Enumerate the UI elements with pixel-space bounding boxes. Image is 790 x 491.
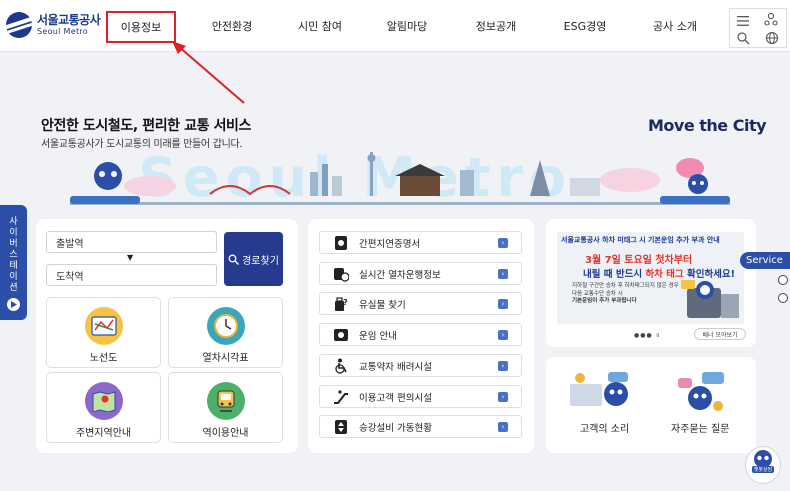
elevator-icon (332, 418, 349, 435)
seoul-metro-logo-icon (6, 12, 32, 38)
cyber-station-tab[interactable]: 사 이 버 스 테 이 션 (0, 205, 27, 320)
side-tab-char: 사 (9, 217, 18, 227)
banner-line1: 3월 7일 토요일 첫차부터 (585, 255, 693, 266)
faq-link[interactable]: 자주묻는 질문 (671, 420, 729, 435)
chevron-right-icon: › (498, 269, 508, 279)
side-tab-char: 션 (9, 283, 18, 293)
service-label: 승강설비 가동현황 (359, 422, 432, 434)
station-icon (206, 382, 245, 420)
annotation-arrow-icon (172, 41, 245, 104)
banner-top: 서울교통공사 하차 미태그 시 기본운임 추가 부과 안내 (561, 236, 720, 244)
route-map-icon (84, 307, 123, 345)
header: 서울교통공사 Seoul Metro 이용정보 안전환경 시민 참여 알림마당 … (0, 0, 790, 52)
nav-usage-info[interactable]: 이용정보 (106, 11, 176, 43)
clock-icon (206, 307, 245, 345)
chevron-right-icon: › (498, 238, 508, 248)
tile-label: 주변지역안내 (75, 428, 132, 439)
tile-label: 역이용안내 (202, 428, 249, 439)
menu-icon[interactable] (736, 12, 750, 26)
arrow-down-icon: ▼ (127, 253, 134, 262)
hero-illustration: Seoul Metro (70, 150, 730, 209)
service-label: 교통약자 배려시설 (359, 361, 432, 373)
play-icon[interactable] (7, 298, 20, 311)
service-label: 유실물 찾기 (359, 299, 406, 311)
service-label: 운임 안내 (359, 330, 397, 342)
service-elevator-status[interactable]: 승강설비 가동현황 › (319, 415, 522, 438)
fare-icon (332, 326, 349, 343)
service-realtime-train[interactable]: 실시간 열차운행정보 › (319, 262, 522, 285)
logo-korean: 서울교통공사 (37, 13, 101, 27)
svg-text:Seoul Metro: Seoul Metro (138, 150, 572, 209)
svg-text:?: ? (343, 298, 348, 307)
route-search-button[interactable]: 경로찾기 (224, 232, 283, 286)
logo[interactable]: 서울교통공사 Seoul Metro (6, 12, 101, 38)
tile-timetable[interactable]: 열차시각표 (168, 297, 283, 368)
service-accessibility[interactable]: 교통약자 배려시설 › (319, 354, 522, 377)
service-lost-items[interactable]: ? 유실물 찾기 › (319, 292, 522, 315)
side-tab-char: 이 (9, 272, 18, 282)
notice-banner[interactable]: 서울교통공사 하차 미태그 시 기본운임 추가 부과 안내 3월 7일 토요일 … (557, 232, 744, 324)
chevron-right-icon: › (498, 361, 508, 371)
move-the-city-logo: Move the City (648, 116, 767, 135)
service-button[interactable]: Service (740, 252, 790, 269)
tile-route-map[interactable]: 노선도 (46, 297, 161, 368)
side-tab-char: 버 (9, 239, 18, 249)
nav-notice[interactable]: 알림마당 (374, 0, 440, 52)
service-label: 이용고객 편의시설 (359, 392, 432, 404)
chevron-right-icon: › (498, 392, 508, 402)
nav-esg[interactable]: ESG경영 (552, 0, 618, 52)
chevron-right-icon: › (498, 299, 508, 309)
nav-about[interactable]: 공사 소개 (642, 0, 708, 52)
customer-voice-link[interactable]: 고객의 소리 (580, 420, 629, 435)
escalator-icon (332, 388, 349, 405)
tile-station-guide[interactable]: 역이용안내 (168, 372, 283, 443)
faq-icon[interactable] (672, 370, 732, 414)
nav-citizen[interactable]: 시민 참여 (287, 0, 353, 52)
certificate-icon (332, 234, 349, 251)
banner-small-text: 지하철 구간만 승차 후 하차태그되지 않은 경우 다음 교통수단 승차 시 기… (572, 283, 679, 304)
service-amenities[interactable]: 이용고객 편의시설 › (319, 385, 522, 408)
departure-input[interactable]: 출발역 (46, 231, 217, 253)
logo-english: Seoul Metro (37, 27, 88, 36)
area-map-icon (84, 382, 123, 420)
service-label: 실시간 열차운행정보 (359, 269, 441, 281)
side-tab-char: 스 (9, 250, 18, 260)
search-icon[interactable] (736, 30, 750, 45)
banner-more-button[interactable]: 배너 모아보기 (694, 328, 746, 340)
chevron-right-icon: › (498, 422, 508, 432)
chevron-right-icon: › (498, 330, 508, 340)
side-tab-char: 이 (9, 228, 18, 238)
chatbot-label: 챗봇상담 (751, 466, 775, 473)
service-fare-info[interactable]: 운임 안내 › (319, 323, 522, 346)
service-delay-certificate[interactable]: 간편지연증명서 › (319, 231, 522, 254)
tile-label: 열차시각표 (202, 353, 249, 364)
hero-subtitle: 서울교통공사가 도시교통의 미래를 만들어 갑니다. (41, 139, 243, 150)
side-tab-char: 테 (9, 261, 18, 271)
search-icon (228, 254, 240, 265)
train-clock-icon (332, 265, 349, 282)
arrival-input[interactable]: 도착역 (46, 264, 217, 286)
chatbot-button[interactable]: 챗봇상담 (745, 446, 781, 484)
wheelchair-icon (332, 357, 349, 374)
lost-item-icon: ? (332, 295, 349, 312)
carousel-dots[interactable]: ●●● ॥ (634, 331, 660, 339)
radio-option[interactable] (778, 293, 788, 303)
ticket-gate-icon (681, 280, 739, 318)
customer-voice-icon[interactable] (566, 370, 636, 414)
hero-title: 안전한 도시철도, 편리한 교통 서비스 (41, 118, 252, 134)
nav-disclosure[interactable]: 정보공개 (463, 0, 529, 52)
sitemap-icon[interactable] (764, 11, 778, 26)
radio-option[interactable] (778, 275, 788, 285)
service-label: 간편지연증명서 (359, 238, 421, 250)
tile-label: 노선도 (89, 353, 118, 364)
tile-area-guide[interactable]: 주변지역안내 (46, 372, 161, 443)
globe-icon[interactable] (765, 30, 779, 45)
route-search-label: 경로찾기 (242, 255, 279, 267)
